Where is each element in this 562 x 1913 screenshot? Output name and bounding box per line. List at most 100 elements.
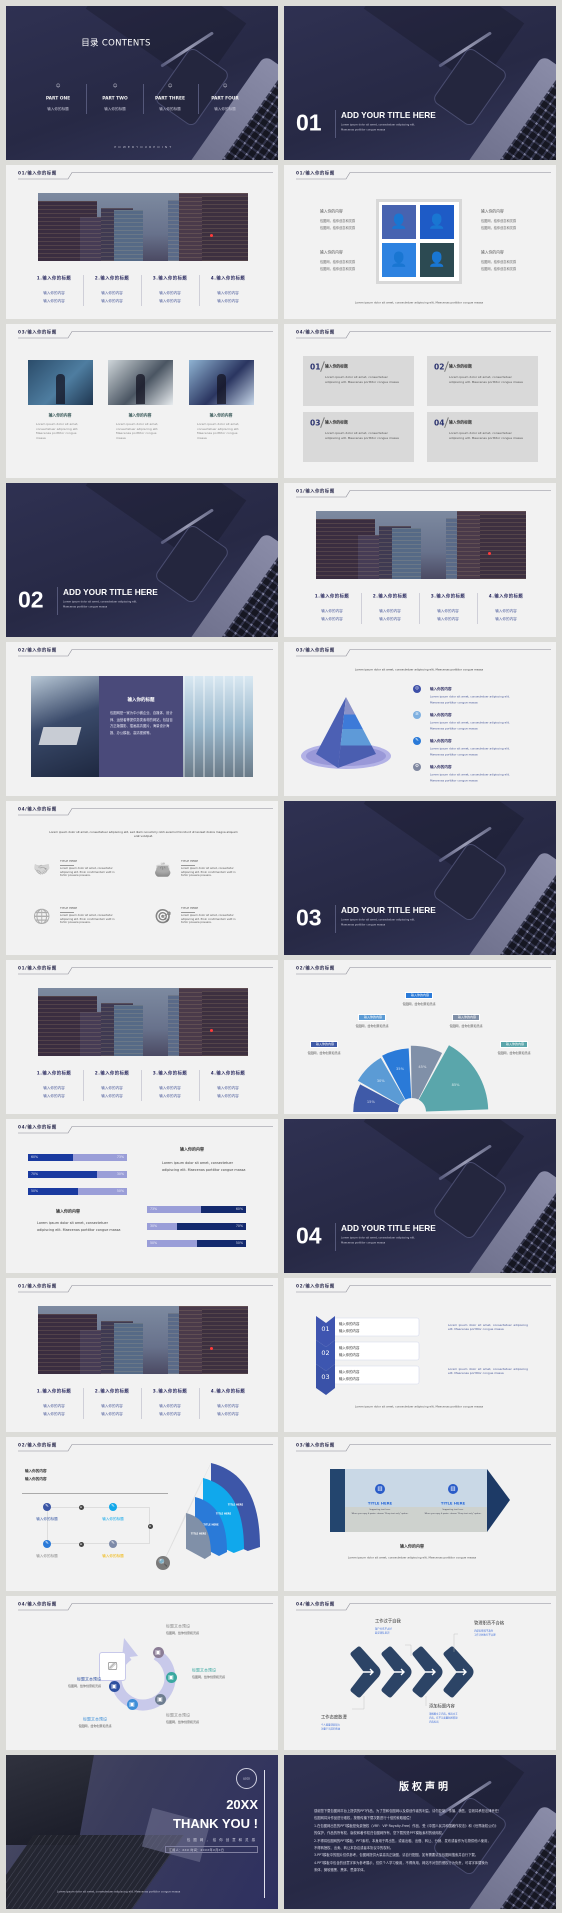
item-title: TITLE HERE: [181, 859, 199, 864]
segment-value: 85%: [451, 1083, 460, 1088]
handshake-icon: 🤝: [33, 862, 51, 878]
column-text: 输入你的内容: [159, 290, 181, 295]
column-title: 1.输入你的标题: [36, 1389, 72, 1395]
section-text: Maecenas porttitor congue massa: [63, 605, 108, 609]
slide-thumbnail-4-icongrid[interactable]: 01/输入你的标题 👤 👤 👤 👤 输入你的内容 包图网，给你创意和灵感 包图网，给你创意和灵…: [284, 165, 556, 319]
traffic-light: [488, 551, 492, 555]
column-title: 2.输入你的标题: [94, 1389, 130, 1395]
column-text: 输入你的内容: [495, 616, 517, 621]
thanks-year: 20XX: [226, 1796, 258, 1812]
box-slash: [320, 361, 325, 372]
slide-thumbnail-1-cover[interactable]: 目录 CONTENTS ☺ PART ONE 输入你的标题 ☺ PART TWO 输入你的标…: [6, 6, 278, 160]
slide-thumbnail-16-section[interactable]: 04 ADD YOUR TITLE HERE Lorem ipsum dolor s…: [284, 1119, 556, 1273]
slide-thumbnail-15-bars[interactable]: 04/输入你的标题 60% 73% 70% 30% 50% 50% 73% 60% 30% 70% 5…: [6, 1119, 278, 1273]
list-text: Lorem ipsum dolor sit amet, consectetuer…: [430, 720, 510, 725]
section-title: ADD YOUR TITLE HERE: [341, 1222, 436, 1233]
block-text: Lorem ipsum dolor sit amet, consectetuer…: [37, 1221, 121, 1233]
box-title: 输入你的标题: [325, 363, 348, 369]
photo-caption-text: Lorem ipsum dolor sit amet, consectetuer…: [36, 422, 79, 440]
column-title: 1.输入你的标题: [36, 276, 72, 282]
arrow-banner-graphic: [284, 1437, 556, 1591]
column-text: 输入你的内容: [43, 298, 65, 303]
note-text: Lorem ipsum dolor sit amet, consectetuer…: [448, 1367, 528, 1376]
slide-thumbnail-22-process[interactable]: 04/输入你的标题 工作过于自我 客户关系不太好 缺乏团队意识 管理职责不合格 内部反馈较…: [284, 1596, 556, 1750]
step-text: 请根据文字内容，框出文字: [429, 1712, 458, 1716]
step-text: 内容标出: [429, 1720, 439, 1724]
header-divider-line: [6, 1119, 278, 1273]
contents-title: 目录 CONTENTS: [81, 38, 151, 49]
slide-thumbnail-23-thanks[interactable]: LOGO 20XX THANK YOU ! 包 图 网 ， 给 你 创 意 和 灵 感…: [6, 1755, 278, 1909]
slide-thumbnail-7-section[interactable]: 02 ADD YOUR TITLE HERE Lorem ipsum dolor s…: [6, 483, 278, 637]
slide-thumbnail-17-city4[interactable]: 01/输入你的标题 1.输入你的标题 输入你的内容 输入你的内容 2.输入你的标题 输入你…: [6, 1278, 278, 1432]
block-title: 输入你的内容: [56, 1208, 80, 1214]
progress-bar: 50% 50%: [28, 1188, 127, 1195]
city-photo: [316, 511, 526, 579]
cycle-label-text: 包图网，给你创意和灵感: [67, 1684, 101, 1689]
slide-thumbnail-13-city4[interactable]: 01/输入你的标题 1.输入你的标题 输入你的内容 输入你的内容 2.输入你的标题 输入你…: [6, 960, 278, 1114]
copyright-text: 4.PPT模板中包含的创意字体为参考展示，仅供个人学习使用，不得商用，网站不对您…: [314, 1860, 488, 1865]
chevron-number: 03: [321, 1372, 330, 1381]
column-separator: [141, 1388, 142, 1419]
box-slash: [444, 361, 449, 372]
part-separator: [198, 84, 199, 114]
column-text: 输入你的内容: [159, 298, 181, 303]
banner-text: Lorem ipsum dolor sit amet, consectetuer…: [347, 1555, 477, 1560]
fan-chart-graphic: [6, 1437, 278, 1591]
item-title: 输入你的内容: [481, 249, 504, 255]
slide-thumbnail-9-panel[interactable]: 02/输入你的标题 输入你的标题 包图网是一家为中小微企业、自媒体、设计师、运营者等…: [6, 642, 278, 796]
slide-thumbnail-19-fan[interactable]: 02/输入你的标题 输入你的内容 输入你的内容 ✎ 输入你的标题 ✎ 输入你的标题 ✎ 输入你的…: [6, 1437, 278, 1591]
item-text: 包图网，给你创意和灵感: [320, 219, 356, 223]
bar-label-right: 50%: [116, 1189, 124, 1194]
slide-thumbnail-3-city4[interactable]: 01/输入你的标题 1.输入你的标题 输入你的内容 输入你的内容 2.输入你的标题 输入你…: [6, 165, 278, 319]
bar-label-left: 50%: [150, 1241, 158, 1246]
segment-tag-label: 输入你的内容: [315, 1042, 335, 1047]
item-title: 输入你的内容: [320, 249, 343, 255]
globe-shield-icon: 🌐: [33, 909, 51, 925]
slide-thumbnail-14-halfdonut[interactable]: 02/输入你的标题 15% 输入你的内容 包图网，给你创意和灵感 30% 输入你的内容 包图…: [284, 960, 556, 1114]
slide-thumbnail-10-pyramid[interactable]: 03/输入你的标题 Lorem ipsum dolor sit amet, con…: [284, 642, 556, 796]
panel-text: 包图网是一家为中小微企业、自媒体、设计师、运营者等提供务类素材的网站，包括百万正…: [110, 711, 173, 735]
building: [391, 528, 421, 579]
column-text: 输入你的内容: [495, 608, 517, 613]
wedge-label: TITLE HERE: [203, 1523, 219, 1526]
laptop-in-photo: [38, 727, 82, 745]
slide-thumbnail-24-copyright[interactable]: 版权声明 感谢您下载包图网平台上提供的PPT作品，为了您和包图网以及原创作者的利益…: [284, 1755, 556, 1909]
column-text: 输入你的内容: [321, 608, 343, 613]
slide-thumbnail-8-city4[interactable]: 01/输入你的标题 1.输入你的标题 输入你的内容 输入你的内容 2.输入你的标题 输入你…: [284, 483, 556, 637]
column-text: 输入你的内容: [43, 1403, 65, 1408]
box-title: 输入你的标题: [325, 419, 348, 425]
photo-figure: [56, 374, 65, 404]
cover-footer: P O W E R Y O U R P O I N T: [114, 145, 172, 150]
slide-thumbnail-5-photos3[interactable]: 03/输入你的标题 输入你的内容 Lorem ipsum dolor sit ame…: [6, 324, 278, 478]
box-title: 输入你的标题: [449, 363, 472, 369]
user-chat-icon: 👤: [428, 252, 446, 268]
slide-thumbnail-20-banner[interactable]: 03/输入你的标题 ▥ TITLE HERE Supporting text her…: [284, 1437, 556, 1591]
step-text: 客户关系不太好: [375, 1627, 392, 1631]
building: [201, 1309, 248, 1374]
slide-thumbnail-11-icons4[interactable]: 04/输入你的标题 Lorem ipsum dolor sit amet, con…: [6, 801, 278, 955]
traffic-light: [210, 233, 214, 237]
slide-thumbnail-2-section[interactable]: 01 ADD YOUR TITLE HERE Lorem ipsum dolor s…: [284, 6, 556, 160]
bar-label-left: 73%: [150, 1207, 158, 1212]
list-bullet: 输入你的内容: [339, 1369, 360, 1374]
section-number: 02: [18, 586, 44, 613]
step-text: 注重于当前的利益: [321, 1727, 341, 1731]
slide-thumbnail-12-section[interactable]: 03 ADD YOUR TITLE HERE Lorem ipsum dolor s…: [284, 801, 556, 955]
column-title: 4.输入你的标题: [488, 594, 524, 600]
slide-thumbnail-6-boxes4[interactable]: 04/输入你的标题 01 输入你的标题 Lorem ipsum dolor sit a…: [284, 324, 556, 478]
column-title: 4.输入你的标题: [210, 1389, 246, 1395]
list-bullet: 输入你的内容: [339, 1321, 360, 1326]
column-text: 输入你的内容: [379, 616, 401, 621]
card-text: Supporting text here.: [442, 1508, 464, 1511]
user-chat-icon: 👤: [428, 214, 446, 230]
list-icon: ⚙: [413, 763, 421, 771]
block-title: 输入你的内容: [180, 1146, 204, 1152]
slide-thumbnail-21-cycle[interactable]: 04/输入你的标题 ▣ ▣ ▣ ▣ ▣ ⎚ 标题文本预设 包图网，给你创意和灵感 标题文本预设包…: [6, 1596, 278, 1750]
item-text: 包图网，给你创意和灵感: [481, 219, 517, 223]
progress-fill: [28, 1171, 98, 1178]
slide-thumbnail-18-chevlist[interactable]: 02/输入你的标题 01 输入你的内容 输入你的内容 02 输入你的内容 输入你的内容 03 输…: [284, 1278, 556, 1432]
column-text: 输入你的内容: [101, 1093, 123, 1098]
segment-subtext: 包图网，给你创意和灵感: [402, 1002, 436, 1007]
segment-tag: 输入你的内容: [310, 1040, 338, 1048]
column-separator: [199, 1070, 200, 1101]
